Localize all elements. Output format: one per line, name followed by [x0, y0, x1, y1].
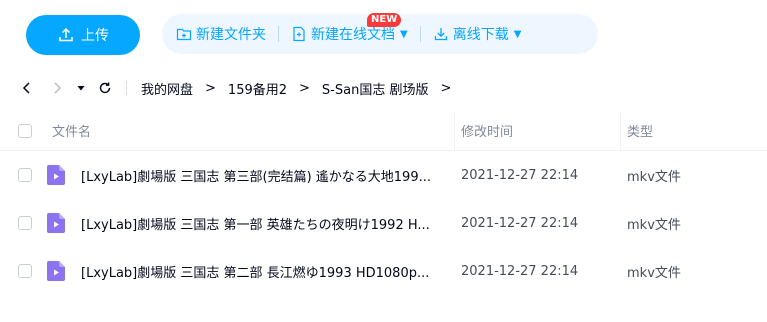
new-folder-button[interactable]: 新建文件夹 [176, 24, 266, 44]
new-badge: NEW [367, 13, 402, 27]
caret-down-icon: ▼ [400, 28, 408, 40]
breadcrumb-item-current[interactable]: S-San国志 剧场版 [322, 79, 429, 98]
breadcrumb-item-folder[interactable]: 159备用2 [228, 79, 287, 98]
file-name[interactable]: [LxyLab]劇場版 三国志 第三部(完结篇) 遙かなる大地199... [81, 166, 431, 185]
video-file-icon [47, 165, 65, 185]
upload-button[interactable]: 上传 [26, 15, 140, 55]
caret-down-icon: ▼ [513, 28, 522, 40]
folder-plus-icon [176, 28, 192, 41]
breadcrumb-separator: > [299, 80, 310, 96]
video-file-icon [47, 261, 65, 281]
offline-download-button[interactable]: 离线下载 ▼ [433, 24, 522, 44]
upload-label: 上传 [81, 28, 109, 44]
action-group: 新建文件夹 NEW 新建在线文档 ▼ 离线下载 ▼ [162, 13, 598, 54]
breadcrumb-divider [126, 81, 127, 95]
new-online-doc-label: 新建在线文档 [311, 27, 395, 43]
history-dropdown-icon[interactable] [72, 79, 90, 97]
row-checkbox[interactable] [18, 264, 32, 278]
file-name[interactable]: [LxyLab]劇場版 三国志 第一部 英雄たちの夜明け1992 H... [81, 214, 430, 233]
document-add-icon [293, 26, 305, 42]
table-header: 文件名 修改时间 类型 [0, 110, 767, 151]
breadcrumb-item-root[interactable]: 我的网盘 [141, 79, 193, 98]
header-time[interactable]: 修改时间 [455, 121, 620, 140]
toolbar-divider [419, 26, 421, 42]
refresh-icon[interactable] [96, 79, 114, 97]
download-icon [434, 28, 447, 41]
forward-icon[interactable] [48, 79, 66, 97]
new-folder-label: 新建文件夹 [196, 27, 266, 43]
upload-icon [59, 27, 73, 42]
offline-download-label: 离线下载 [452, 27, 509, 43]
file-modified-time: 2021-12-27 22:14 [461, 215, 579, 231]
breadcrumb-separator: > [440, 80, 452, 96]
row-checkbox[interactable] [18, 168, 32, 182]
file-type: mkv文件 [627, 265, 681, 281]
table-row[interactable]: [LxyLab]劇場版 三国志 第一部 英雄たちの夜明け1992 H... 20… [0, 199, 767, 247]
table-row[interactable]: [LxyLab]劇場版 三国志 第三部(完结篇) 遙かなる大地199... 20… [0, 151, 767, 199]
select-all-checkbox[interactable] [18, 123, 32, 138]
file-table: 文件名 修改时间 类型 [LxyLab]劇場版 三国志 第三部(完结篇) 遙かな… [0, 110, 767, 295]
file-type: mkv文件 [627, 169, 681, 185]
file-modified-time: 2021-12-27 22:14 [461, 263, 579, 279]
breadcrumb: 我的网盘 > 159备用2 > S-San国志 剧场版 > [18, 78, 463, 98]
header-name[interactable]: 文件名 [52, 121, 91, 140]
table-row[interactable]: [LxyLab]劇場版 三国志 第二部 長江燃ゆ1993 HD1080p... … [0, 247, 767, 295]
breadcrumb-separator: > [205, 80, 216, 96]
file-name[interactable]: [LxyLab]劇場版 三国志 第二部 長江燃ゆ1993 HD1080p... [81, 262, 429, 281]
new-online-doc-button[interactable]: NEW 新建在线文档 ▼ [291, 13, 408, 44]
video-file-icon [47, 213, 65, 233]
file-type: mkv文件 [627, 217, 681, 233]
file-modified-time: 2021-12-27 22:14 [461, 167, 579, 183]
toolbar-divider [278, 26, 279, 42]
header-type[interactable]: 类型 [621, 121, 711, 140]
toolbar: 上传 新建文件夹 NEW 新建在线文档 ▼ 离线下载 ▼ [26, 13, 598, 56]
row-checkbox[interactable] [18, 216, 32, 230]
back-icon[interactable] [18, 79, 36, 97]
